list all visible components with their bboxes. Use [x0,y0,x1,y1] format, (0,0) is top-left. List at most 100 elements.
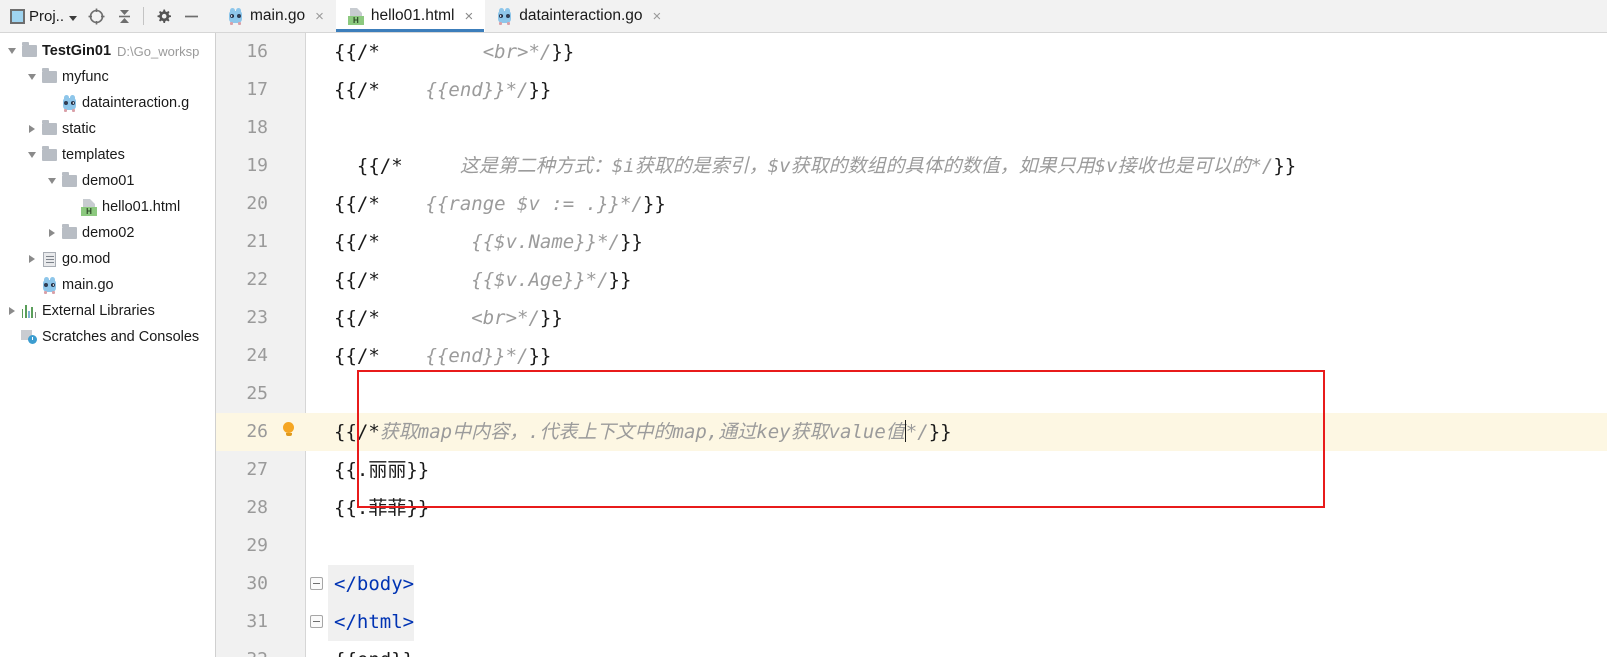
chevron-down-icon[interactable] [24,152,40,158]
mod-file-icon [40,251,58,267]
settings-gear-icon[interactable] [150,3,176,29]
code-line[interactable]: 18 [216,109,1607,147]
editor-tab-datainteraction-go[interactable]: datainteraction.go × [485,0,673,32]
tree-item-label: hello01.html [102,199,181,215]
tree-item-demo02[interactable]: demo02 [0,220,215,246]
line-number: 19 [216,147,276,185]
chevron-down-icon[interactable] [4,48,20,54]
fold-gutter [306,71,328,109]
code-segment: {{range $v := .}}*/ [379,193,643,215]
line-number: 20 [216,185,276,223]
tree-item-demo01[interactable]: demo01 [0,168,215,194]
gutter-hint-area [276,413,306,451]
fold-gutter [306,185,328,223]
code-line[interactable]: 22 {{/* {{$v.Age}}*/}} [216,261,1607,299]
gutter-hint-area [276,109,306,147]
tree-item-static[interactable]: static [0,116,215,142]
go-file-icon [62,94,77,112]
tree-item-label: demo02 [82,225,135,241]
project-view-label: Proj.. [29,7,65,25]
code-segment: }} [642,193,666,215]
line-number: 29 [216,527,276,565]
minimize-icon[interactable] [178,3,204,29]
close-icon[interactable]: × [465,9,474,24]
code-line[interactable]: 24 {{/* {{end}}*/}} [216,337,1607,375]
code-line[interactable]: 31 </html> [216,603,1607,641]
chevron-right-icon[interactable] [24,125,40,133]
project-tree[interactable]: TestGin01 D:\Go_worksp myfunc datainteracti… [0,33,216,657]
chevron-down-icon[interactable] [44,178,60,184]
line-number: 28 [216,489,276,527]
folder-icon [60,224,78,239]
folder-icon [20,42,38,57]
code-line[interactable]: 21 {{/* {{$v.Name}}*/}} [216,223,1607,261]
locate-icon[interactable] [83,3,109,29]
chevron-down-icon[interactable] [24,74,40,80]
tree-item-hello01-html[interactable]: Hhello01.html [0,194,215,220]
go-file-icon [497,7,512,25]
ide-window: Proj.. main.go × H hello01.html × datain… [0,0,1607,657]
chevron-right-icon[interactable] [4,307,20,315]
code-text: {{/* <br>*/}} [328,33,574,71]
folder-icon [40,120,58,135]
project-toolbar: Proj.. [0,0,216,32]
code-lines: 16 {{/* <br>*/}} 17 {{/* {{end}}*/}} 18 19 {{… [216,33,1607,657]
code-line[interactable]: 29 [216,527,1607,565]
lightbulb-icon[interactable] [282,422,295,436]
code-segment: {{end}} [334,649,414,657]
chevron-down-icon[interactable] [69,15,78,21]
code-fold-icon[interactable] [310,615,323,628]
project-window-icon [10,8,25,24]
collapse-all-icon[interactable] [111,3,137,29]
tree-item-templates[interactable]: templates [0,142,215,168]
code-segment: }} [539,307,563,329]
tree-item-testgin01[interactable]: TestGin01 D:\Go_worksp [0,38,215,64]
code-segment: }} [608,269,632,291]
project-view-button[interactable]: Proj.. [6,6,81,27]
code-editor[interactable]: 16 {{/* <br>*/}} 17 {{/* {{end}}*/}} 18 19 {{… [216,33,1607,657]
chevron-right-icon[interactable] [44,229,60,237]
code-text: {{end}} [328,641,414,657]
code-segment: {{/* [334,421,380,443]
go-file-icon [42,276,57,294]
code-line[interactable]: 20 {{/* {{range $v := .}}*/}} [216,185,1607,223]
code-line[interactable]: 25 [216,375,1607,413]
code-segment: {{/* [334,155,403,177]
code-text: {{/* {{$v.Age}}*/}} [328,261,631,299]
code-segment: */ [905,421,929,443]
tree-item-go-mod[interactable]: go.mod [0,246,215,272]
line-number: 27 [216,451,276,489]
code-line[interactable]: 17 {{/* {{end}}*/}} [216,71,1607,109]
gutter-hint-area [276,489,306,527]
code-text: {{/* {{range $v := .}}*/}} [328,185,666,223]
tree-item-external-libraries[interactable]: External Libraries [0,298,215,324]
fold-gutter [306,299,328,337]
code-line[interactable]: 27 {{.丽丽}} [216,451,1607,489]
html-file-icon: H [80,198,98,216]
code-line[interactable]: 23 {{/* <br>*/}} [216,299,1607,337]
tree-item-scratches-and-consoles[interactable]: Scratches and Consoles [0,324,215,350]
tree-item-label: static [62,121,96,137]
close-icon[interactable]: × [653,9,662,24]
gutter-hint-area [276,337,306,375]
code-fold-icon[interactable] [310,577,323,590]
close-icon[interactable]: × [315,9,324,24]
code-segment: {{/* [334,41,380,63]
code-line[interactable]: 30 </body> [216,565,1607,603]
go-file-icon [228,7,243,25]
html-file-icon: H [347,7,364,25]
code-line[interactable]: 28 {{.菲菲}} [216,489,1607,527]
tree-item-label: datainteraction.g [82,95,190,111]
tree-item-datainteraction-g[interactable]: datainteraction.g [0,90,215,116]
tree-item-myfunc[interactable]: myfunc [0,64,215,90]
editor-tab-hello01-html[interactable]: Hhello01.html × [335,0,486,32]
code-text: {{.菲菲}} [328,489,429,527]
editor-tab-main-go[interactable]: main.go × [216,0,336,32]
code-line[interactable]: 19 {{/* 这是第二种方式：$i获取的是索引，$v获取的数组的具体的数值，如… [216,147,1607,185]
code-line[interactable]: 26 {{/*获取map中内容，.代表上下文中的map,通过key获取value值… [216,413,1607,451]
code-line[interactable]: 32 {{end}} [216,641,1607,657]
tree-item-main-go[interactable]: main.go [0,272,215,298]
chevron-right-icon[interactable] [24,255,40,263]
code-line[interactable]: 16 {{/* <br>*/}} [216,33,1607,71]
fold-gutter [306,337,328,375]
